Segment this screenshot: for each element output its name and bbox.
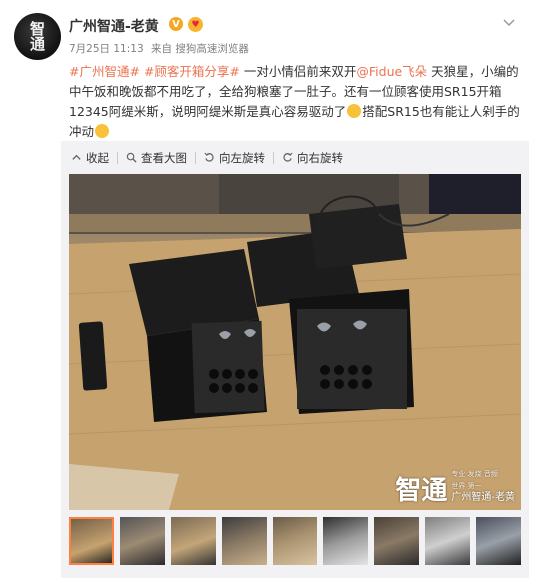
thumbnail[interactable] — [69, 517, 114, 565]
hashtag-link[interactable]: #顾客开箱分享# — [144, 64, 240, 79]
collapse-icon — [72, 154, 81, 160]
avatar[interactable]: 智 通 — [14, 13, 61, 60]
post-source[interactable]: 搜狗高速浏览器 — [175, 43, 249, 55]
thumbnail-strip — [69, 517, 522, 572]
post-photo[interactable]: 智通 专业 发烧 音频 世界 第一 广州智通-老黄 — [69, 174, 521, 510]
collapse-label: 收起 — [86, 150, 109, 165]
watermark-logo: 智通 — [395, 476, 448, 506]
collapse-button[interactable]: 收起 — [71, 150, 109, 166]
thumbnail[interactable] — [374, 517, 420, 565]
toolbar-divider — [117, 151, 118, 164]
post-text-segment: 一对小情侣前来双开 — [239, 64, 357, 79]
rotate-left-label: 向左旋转 — [219, 150, 265, 165]
toolbar-divider — [273, 151, 274, 164]
verified-badge-icon: V — [169, 17, 183, 31]
heart-badge-icon: ♥ — [188, 17, 203, 32]
rotate-right-button[interactable]: 向右旋转 — [282, 150, 343, 166]
watermark: 智通 专业 发烧 音频 世界 第一 广州智通-老黄 — [395, 468, 515, 504]
watermark-text: 广州智通-老黄 — [451, 492, 515, 503]
view-large-button[interactable]: 查看大图 — [126, 150, 187, 166]
thumbnail[interactable] — [119, 517, 165, 565]
zoom-icon — [126, 152, 137, 163]
thumbnail[interactable] — [272, 517, 318, 565]
toolbar-divider — [195, 151, 196, 164]
hashtag-link[interactable]: #广州智通# — [69, 64, 140, 79]
thumbnail[interactable] — [425, 517, 471, 565]
rotate-right-label: 向右旋转 — [297, 150, 343, 165]
chevron-down-icon[interactable] — [500, 14, 518, 32]
rotate-left-button[interactable]: 向左旋转 — [204, 150, 265, 166]
mention-link[interactable]: @Fidue飞朵 — [356, 64, 427, 79]
emoji-icon — [95, 124, 110, 138]
via-label: 来自 — [150, 43, 172, 55]
thumbnail[interactable] — [170, 517, 216, 565]
rotate-right-icon — [283, 152, 293, 162]
post-meta: 7月25日 11:13 来自 搜狗高速浏览器 — [69, 41, 249, 56]
thumbnail[interactable] — [323, 517, 369, 565]
post-text: #广州智通# #顾客开箱分享# 一对小情侣前来双开@Fidue飞朵 天狼星，小编… — [69, 62, 524, 142]
media-panel: 收起 查看大图 向左旋转 向右旋转 智通 专业 发烧 音频 世界 第一 广州智通… — [61, 141, 529, 578]
username[interactable]: 广州智通-老黄 — [69, 16, 159, 36]
watermark-small: 专业 发烧 音频 世界 第一 — [451, 470, 498, 490]
post-date[interactable]: 7月25日 11:13 — [69, 43, 144, 55]
photo-illustration — [69, 174, 521, 510]
view-large-label: 查看大图 — [141, 150, 187, 165]
avatar-logo: 智 通 — [29, 19, 45, 53]
thumbnail[interactable] — [476, 517, 522, 565]
emoji-icon — [347, 104, 362, 118]
rotate-left-icon — [204, 152, 214, 162]
media-toolbar: 收起 查看大图 向左旋转 向右旋转 — [61, 141, 529, 174]
thumbnail[interactable] — [221, 517, 267, 565]
